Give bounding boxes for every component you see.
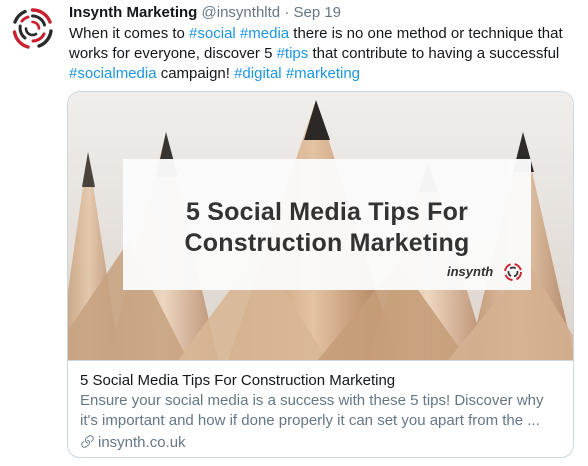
mini-logo-icon [504,263,522,281]
header-separator: · [284,4,290,21]
link-preview-card[interactable]: 5 Social Media Tips For Construction Mar… [67,91,574,458]
card-domain: insynth.co.uk [80,433,561,453]
hashtag-link[interactable]: #socialmedia [69,65,157,82]
image-headline-box: 5 Social Media Tips For Construction Mar… [123,159,531,290]
tweet-date[interactable]: Sep 19 [293,4,341,21]
tweet-header: Insynth Marketing @insynthltd · Sep 19 [69,3,341,23]
card-image[interactable]: 5 Social Media Tips For Construction Mar… [68,92,573,360]
image-headline-line: Construction Marketing [184,229,470,257]
card-description: Ensure your social media is a success wi… [80,392,544,429]
author-handle[interactable]: @insynthltd [202,4,281,21]
card-domain-text[interactable]: insynth.co.uk [98,434,186,451]
insynth-logo-icon [8,4,57,53]
tweet-text-segment: campaign! [156,65,235,82]
tweet-text: When it comes to #social #media there is… [69,24,574,84]
hashtag-link[interactable]: #marketing [286,65,360,82]
hashtag-link[interactable]: #media [240,25,289,42]
tweet-text-segment: When it comes to [69,25,190,42]
mini-logo-text: insynth [447,264,494,279]
card-title: 5 Social Media Tips For Construction Mar… [80,372,396,389]
image-headline-line: 5 Social Media Tips For [186,198,468,226]
author-name[interactable]: Insynth Marketing [69,4,197,21]
insynth-mini-logo: insynth [447,262,523,282]
card-body[interactable]: 5 Social Media Tips For Construction Mar… [68,360,573,453]
image-headline: 5 Social Media Tips For Construction Mar… [123,197,531,259]
hashtag-link[interactable]: #social [189,25,236,42]
hashtag-link[interactable]: #digital [234,65,282,82]
tweet-text-segment: that contribute to having a successful [308,45,560,62]
link-icon [81,435,94,448]
avatar[interactable] [8,4,57,53]
hashtag-link[interactable]: #tips [277,45,309,62]
